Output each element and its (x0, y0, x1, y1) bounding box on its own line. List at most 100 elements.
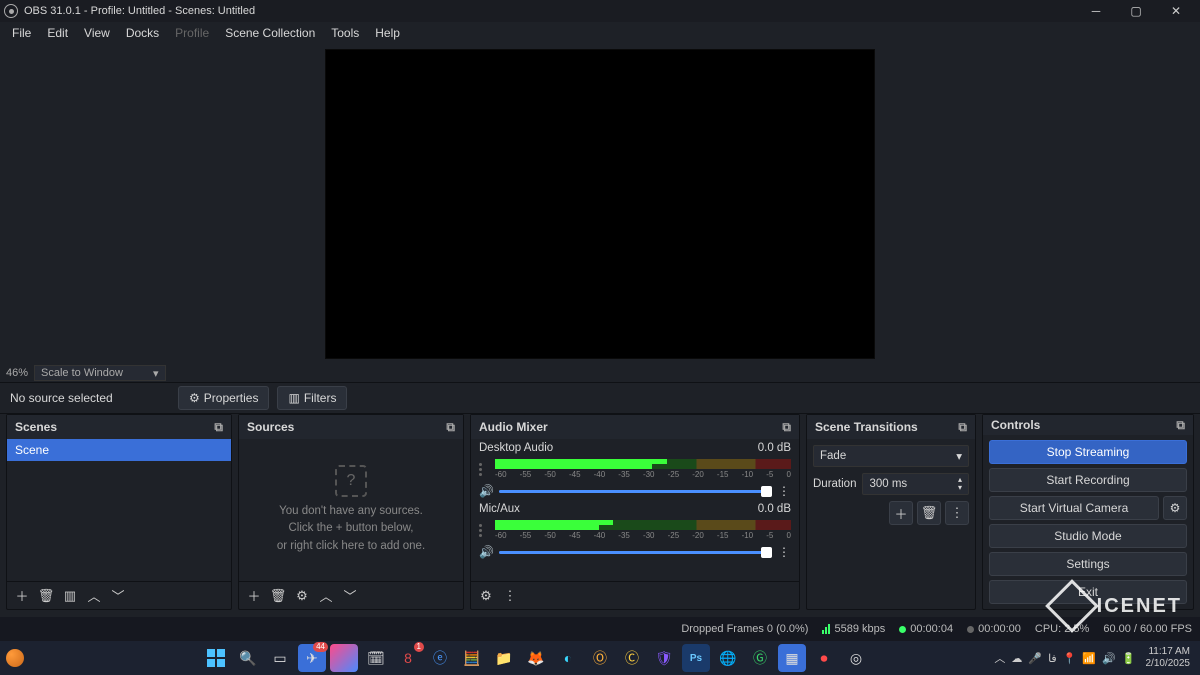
studio-mode-button[interactable]: Studio Mode (989, 524, 1187, 548)
move-scene-up-button[interactable]: ︿ (83, 585, 105, 607)
live-dot-icon (899, 626, 906, 633)
taskbar-app-icon[interactable]: 🌐 (714, 644, 742, 672)
preview-canvas[interactable] (325, 49, 875, 359)
chevron-down-icon: ▾ (153, 367, 159, 380)
remove-source-button[interactable]: 🗑 (267, 585, 289, 607)
zoom-bar: 46% Scale to Window▾ (0, 364, 1200, 382)
virtual-camera-settings-button[interactable]: ⚙ (1163, 496, 1187, 520)
menu-profile[interactable]: Profile (167, 24, 217, 42)
taskbar-app-icon[interactable]: Ⓒ (618, 644, 646, 672)
menu-tools[interactable]: Tools (323, 24, 367, 42)
taskbar-app-icon[interactable]: Ps (682, 644, 710, 672)
taskbar-obs-icon[interactable]: ◎ (842, 644, 870, 672)
menu-scene-collection[interactable]: Scene Collection (217, 24, 323, 42)
bitrate: 5589 kbps (822, 623, 885, 635)
popout-icon[interactable]: ⧉ (214, 420, 223, 435)
duration-input[interactable]: 300 ms▴▾ (862, 473, 969, 495)
volume-slider[interactable] (499, 551, 771, 554)
chevron-down-icon: ▾ (956, 449, 962, 463)
popout-icon[interactable]: ⧉ (958, 420, 967, 435)
transition-type-select[interactable]: Fade▾ (813, 445, 969, 467)
move-source-down-button[interactable]: ﹀ (339, 585, 361, 607)
add-transition-button[interactable]: ＋ (889, 501, 913, 525)
menu-help[interactable]: Help (367, 24, 408, 42)
task-view-button[interactable]: ▭ (266, 644, 294, 672)
scene-filter-button[interactable]: ▥ (59, 585, 81, 607)
close-button[interactable]: ✕ (1156, 0, 1196, 22)
add-source-button[interactable]: ＋ (243, 585, 265, 607)
speaker-icon[interactable]: 🔊 (479, 484, 493, 498)
tray-cloud-icon[interactable]: ☁ (1011, 652, 1022, 665)
source-properties-button[interactable]: ⚙ (291, 585, 313, 607)
minimize-button[interactable]: ─ (1076, 0, 1116, 22)
stop-streaming-button[interactable]: Stop Streaming (989, 440, 1187, 464)
tray-lang[interactable]: فا (1048, 652, 1057, 665)
remove-scene-button[interactable]: 🗑 (35, 585, 57, 607)
drag-handle-icon[interactable] (479, 456, 489, 482)
zoom-mode-select[interactable]: Scale to Window▾ (34, 365, 165, 381)
menu-file[interactable]: File (4, 24, 39, 42)
start-button[interactable] (202, 644, 230, 672)
taskbar-app-icon[interactable]: Ⓞ (586, 644, 614, 672)
transition-properties-button[interactable]: ⋮ (945, 501, 969, 525)
taskbar-app-icon[interactable]: 🗓 (362, 644, 390, 672)
remove-transition-button[interactable]: 🗑 (917, 501, 941, 525)
stepper-icon[interactable]: ▴▾ (958, 476, 962, 492)
move-source-up-button[interactable]: ︿ (315, 585, 337, 607)
tray-volume-icon[interactable]: 🔊 (1102, 652, 1116, 665)
search-button[interactable]: 🔍 (234, 644, 262, 672)
tray-wifi-icon[interactable]: 📶 (1082, 652, 1096, 665)
scenes-list[interactable]: Scene (7, 439, 231, 581)
popout-icon[interactable]: ⧉ (1176, 418, 1185, 433)
audio-options-icon[interactable]: ⋮ (777, 484, 791, 498)
taskbar-app-icon[interactable]: ▦ (778, 644, 806, 672)
no-source-text: No source selected (10, 391, 170, 405)
start-recording-button[interactable]: Start Recording (989, 468, 1187, 492)
tray-battery-icon[interactable]: 🔋 (1122, 652, 1136, 665)
add-scene-button[interactable]: ＋ (11, 585, 33, 607)
audio-menu-button[interactable]: ⋮ (499, 585, 521, 607)
filters-button[interactable]: ▥Filters (277, 386, 347, 410)
taskbar-app-icon[interactable]: 🦊 (522, 644, 550, 672)
taskbar-app-icon[interactable] (330, 644, 358, 672)
menu-docks[interactable]: Docks (118, 24, 167, 42)
taskbar-app-icon[interactable]: 81 (394, 644, 422, 672)
tray-location-icon[interactable]: 📍 (1063, 652, 1077, 665)
scene-item[interactable]: Scene (7, 439, 231, 461)
sources-dock: Sources⧉ ? You don't have any sources. C… (238, 414, 464, 610)
audio-channel-db: 0.0 dB (758, 503, 791, 515)
speaker-icon[interactable]: 🔊 (479, 545, 493, 559)
popout-icon[interactable]: ⧉ (782, 420, 791, 435)
exit-button[interactable]: Exit (989, 580, 1187, 604)
taskbar-app-icon[interactable]: ⓔ (426, 644, 454, 672)
taskbar-clock[interactable]: 11:17 AM2/10/2025 (1146, 646, 1191, 670)
taskbar-app-icon[interactable]: ✈44 (298, 644, 326, 672)
live-time: 00:00:04 (899, 623, 953, 635)
system-tray[interactable]: ︿ ☁ 🎤 فا 📍 📶 🔊 🔋 11:17 AM2/10/2025 (994, 646, 1194, 670)
taskbar-app-icon[interactable]: ◐ (554, 644, 582, 672)
tray-mic-icon[interactable]: 🎤 (1028, 652, 1042, 665)
audio-options-icon[interactable]: ⋮ (777, 545, 791, 559)
taskbar-app-icon[interactable]: Ⓖ (746, 644, 774, 672)
taskbar-app-icon[interactable]: 📁 (490, 644, 518, 672)
drag-handle-icon[interactable] (479, 517, 489, 543)
audio-advanced-button[interactable]: ⚙ (475, 585, 497, 607)
meter-ticks: -60-55-50-45-40-35-30-25-20-15-10-50 (495, 531, 791, 540)
maximize-button[interactable]: ▢ (1116, 0, 1156, 22)
weather-icon (6, 649, 24, 667)
move-scene-down-button[interactable]: ﹀ (107, 585, 129, 607)
settings-button[interactable]: Settings (989, 552, 1187, 576)
properties-button[interactable]: ⚙Properties (178, 386, 269, 410)
sources-list[interactable]: ? You don't have any sources. Click the … (239, 439, 463, 581)
popout-icon[interactable]: ⧉ (446, 420, 455, 435)
taskbar-weather[interactable] (6, 649, 24, 667)
taskbar-app-icon[interactable]: ⏺ (810, 644, 838, 672)
volume-slider[interactable] (499, 490, 771, 493)
tray-chevron-icon[interactable]: ︿ (994, 650, 1005, 666)
menu-view[interactable]: View (76, 24, 118, 42)
menu-edit[interactable]: Edit (39, 24, 76, 42)
taskbar-app-icon[interactable]: 🧮 (458, 644, 486, 672)
start-virtual-camera-button[interactable]: Start Virtual Camera (989, 496, 1159, 520)
cpu-usage: CPU: 2.5% (1035, 623, 1089, 635)
taskbar-app-icon[interactable]: 🛡 (650, 644, 678, 672)
